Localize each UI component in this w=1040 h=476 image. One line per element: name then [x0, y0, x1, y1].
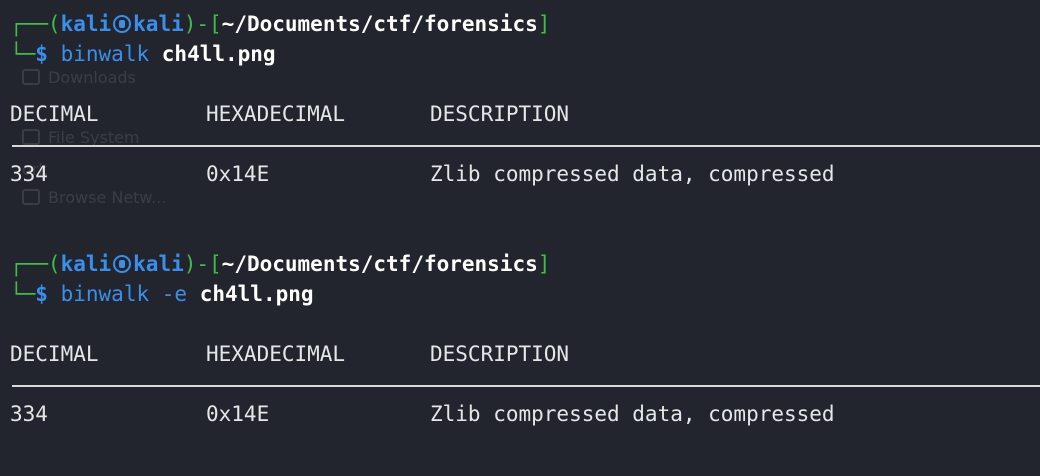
command-line[interactable]: └─$ binwalk ch4ll.png	[10, 39, 276, 69]
network-icon	[22, 189, 40, 205]
column-header-description: DESCRIPTION	[430, 342, 570, 366]
command-line[interactable]: └─$ binwalk -e ch4ll.png	[10, 279, 314, 309]
column-header-hexadecimal: HEXADECIMAL	[206, 102, 346, 126]
kali-skull-icon	[113, 255, 132, 273]
column-header-decimal: DECIMAL	[10, 102, 99, 126]
terminal-window[interactable]: Downloads File System ork Browse Netw...…	[0, 0, 1040, 476]
row-description: Zlib compressed data, compressed	[430, 162, 835, 186]
prompt-path: ~/Documents/ctf/forensics	[221, 252, 538, 276]
prompt-host: kali	[133, 252, 184, 276]
folder-icon	[22, 69, 40, 85]
prompt-host: kali	[133, 12, 184, 36]
prompt-symbol: $	[35, 282, 48, 306]
prompt-path: ~/Documents/ctf/forensics	[221, 12, 538, 36]
prompt-header-line: ┌──(kali kali)-[~/Documents/ctf/forensics…	[10, 12, 551, 36]
command-flag: -e	[161, 282, 188, 306]
ghost-sidebar-item: Browse Netw...	[22, 188, 166, 207]
drive-icon	[22, 129, 40, 145]
column-header-description: DESCRIPTION	[430, 102, 570, 126]
row-decimal: 334	[10, 162, 48, 186]
prompt-user: kali	[60, 12, 112, 36]
command-name: binwalk	[60, 42, 150, 66]
row-decimal: 334	[10, 402, 48, 426]
row-hexadecimal: 0x14E	[206, 162, 270, 186]
row-hexadecimal: 0x14E	[206, 402, 270, 426]
prompt-symbol: $	[35, 42, 48, 66]
column-header-decimal: DECIMAL	[10, 342, 99, 366]
command-name: binwalk	[60, 282, 150, 306]
kali-skull-icon	[113, 15, 132, 33]
row-description: Zlib compressed data, compressed	[430, 402, 835, 426]
command-argument: ch4ll.png	[161, 42, 276, 66]
ghost-sidebar-item: Downloads	[22, 68, 136, 87]
command-argument: ch4ll.png	[199, 282, 314, 306]
prompt-user: kali	[60, 252, 112, 276]
prompt-header-line: ┌──(kali kali)-[~/Documents/ctf/forensics…	[10, 252, 551, 276]
table-divider	[12, 385, 1040, 387]
table-divider	[12, 145, 1040, 147]
column-header-hexadecimal: HEXADECIMAL	[206, 342, 346, 366]
